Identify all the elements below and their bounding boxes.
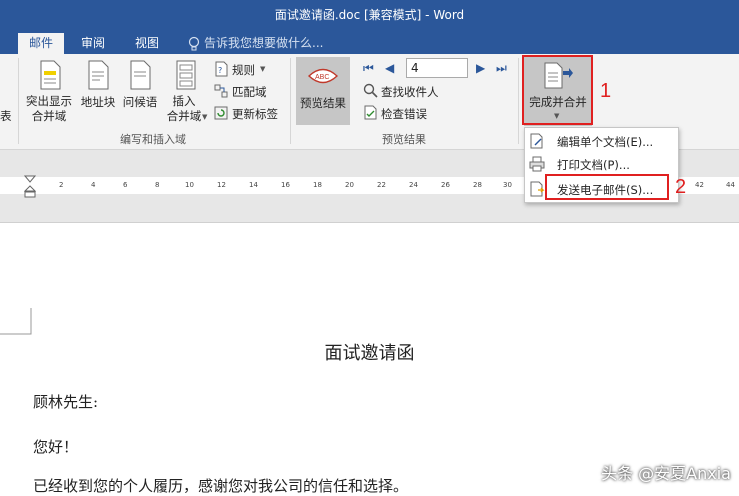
send-email-highlight: [545, 174, 669, 200]
document-greeting: 您好！: [33, 438, 79, 456]
document-body-line: 已经收到您的个人履历，感谢您对我公司的信任和选择。: [33, 477, 409, 495]
tell-me-search[interactable]: 告诉我您想要做什么...: [204, 33, 323, 54]
ruler-tick: 2: [59, 181, 64, 189]
ruler-tick: 28: [473, 181, 482, 189]
update-labels-label: 更新标签: [232, 107, 278, 121]
tab-mailings[interactable]: 邮件: [18, 33, 64, 54]
address-block-icon: [88, 60, 109, 90]
svg-text:ABC: ABC: [315, 74, 329, 81]
tab-review[interactable]: 审阅: [70, 33, 116, 54]
greeting-line-icon: [130, 60, 151, 90]
insert-merge-field-icon: [176, 60, 196, 90]
find-recipient-label: 查找收件人: [381, 85, 439, 99]
highlight-fields-icon: [40, 60, 61, 90]
check-errors-icon: [364, 105, 377, 120]
ruler-tick: 10: [185, 181, 194, 189]
ruler-tick: 30: [503, 181, 512, 189]
ruler-tick: 4: [91, 181, 96, 189]
write-insert-group-label: 编写和插入域: [120, 133, 186, 146]
greeting-line-button[interactable]: 问候语: [120, 58, 160, 118]
match-fields-button[interactable]: 匹配域: [214, 82, 286, 100]
address-block-label: 地址块: [80, 95, 116, 109]
find-recipient-button[interactable]: 查找收件人: [363, 82, 463, 100]
menu-item-label: 编辑单个文档(E)...: [557, 135, 654, 149]
edit-documents-icon: [530, 133, 543, 149]
preview-results-icon: ABC: [307, 68, 339, 84]
first-record-button[interactable]: ⏮: [363, 61, 374, 76]
group-separator: [18, 58, 19, 144]
annotation-1: 1: [600, 80, 612, 102]
chevron-down-icon: ▼: [260, 65, 266, 73]
document-heading: 面试邀请函: [324, 343, 415, 364]
ruler-tick: 12: [217, 181, 226, 189]
email-icon: [530, 181, 545, 197]
preview-results-label: 预览结果: [300, 96, 346, 110]
document-salutation: 顾林先生:: [33, 393, 99, 411]
group-separator: [518, 58, 519, 144]
highlight-merge-fields-button[interactable]: 突出显示 合并域: [24, 58, 74, 126]
check-errors-button[interactable]: 检查错误: [363, 104, 463, 122]
update-labels-icon: [214, 106, 228, 120]
preview-group-label: 预览结果: [382, 133, 426, 146]
ruler-tick: 42: [695, 181, 704, 189]
svg-text:?: ?: [218, 66, 222, 75]
annotation-2: 2: [675, 176, 687, 198]
check-errors-label: 检查错误: [381, 107, 427, 121]
rules-button[interactable]: ? 规则 ▼: [214, 60, 286, 78]
tab-view[interactable]: 视图: [124, 33, 170, 54]
next-record-button[interactable]: ▶: [476, 61, 485, 75]
menu-item-edit-documents[interactable]: 编辑单个文档(E)...: [525, 130, 678, 152]
title-bar: 面试邀请函.doc [兼容模式] - Word: [0, 0, 739, 28]
match-fields-label: 匹配域: [232, 85, 267, 99]
previous-record-button[interactable]: ◀: [385, 61, 394, 75]
insert-merge-field-label: 插入 合并域: [166, 94, 202, 123]
address-block-button[interactable]: 地址块: [78, 58, 118, 118]
ruler-tick: 26: [441, 181, 450, 189]
lightbulb-icon: [188, 36, 200, 51]
update-labels-button[interactable]: 更新标签: [214, 104, 286, 122]
ruler-tick: 6: [123, 181, 128, 189]
ruler-tick: 18: [313, 181, 322, 189]
menu-item-label: 打印文档(P)...: [557, 158, 630, 172]
greeting-line-label: 问候语: [122, 95, 158, 109]
match-fields-icon: [214, 84, 228, 98]
ruler-tick: 22: [377, 181, 386, 189]
ruler-tick: 24: [409, 181, 418, 189]
ruler-tick: 14: [249, 181, 258, 189]
watermark: 头条 @安夏Anxia: [601, 464, 731, 483]
indent-marker-icon[interactable]: [24, 175, 36, 199]
ruler-tick: 44: [726, 181, 735, 189]
ruler-tick: 8: [155, 181, 160, 189]
highlight-fields-label: 突出显示 合并域: [26, 94, 72, 123]
record-number-input[interactable]: 4: [406, 58, 468, 78]
window-title: 面试邀请函.doc [兼容模式] - Word: [274, 8, 465, 22]
ribbon-tabs: 邮件 审阅 视图 告诉我您想要做什么...: [0, 28, 739, 54]
preview-results-button[interactable]: ABC 预览结果: [296, 57, 350, 125]
finish-merge-highlight: [522, 55, 593, 125]
printer-icon: [529, 156, 545, 172]
margin-corner-mark: [0, 308, 32, 335]
insert-merge-field-button[interactable]: 插入 合并域 ▼: [162, 58, 210, 126]
rules-label: 规则: [232, 63, 255, 77]
menu-item-print-documents[interactable]: 打印文档(P)...: [525, 153, 678, 175]
search-icon: [363, 83, 378, 98]
last-record-button[interactable]: ⏭: [496, 61, 507, 76]
group-separator: [290, 58, 291, 144]
ruler-tick: 20: [345, 181, 354, 189]
rules-icon: ?: [215, 61, 228, 77]
chevron-down-icon: ▼: [202, 113, 208, 121]
ruler-tick: 16: [281, 181, 290, 189]
partial-group-label: 表: [0, 109, 12, 123]
